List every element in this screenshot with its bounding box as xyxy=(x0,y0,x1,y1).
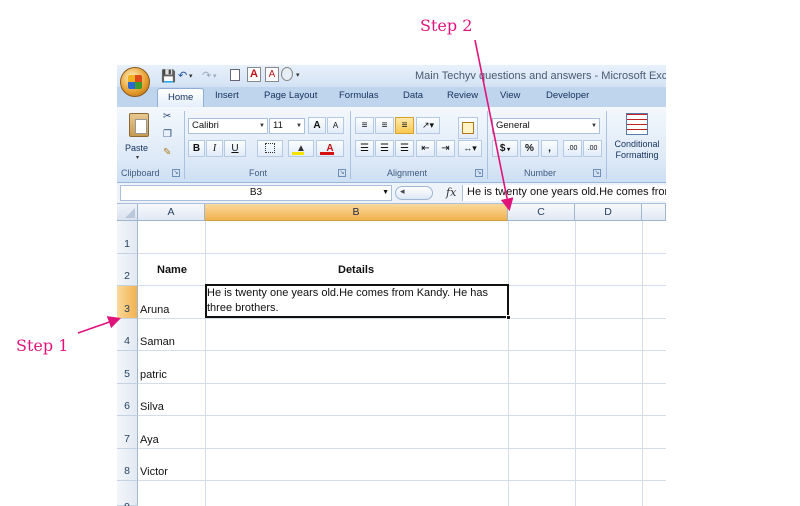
step-1-arrow xyxy=(77,316,122,334)
office-logo-icon xyxy=(128,75,142,89)
office-button[interactable] xyxy=(120,67,150,97)
step-2-arrow xyxy=(474,39,514,212)
